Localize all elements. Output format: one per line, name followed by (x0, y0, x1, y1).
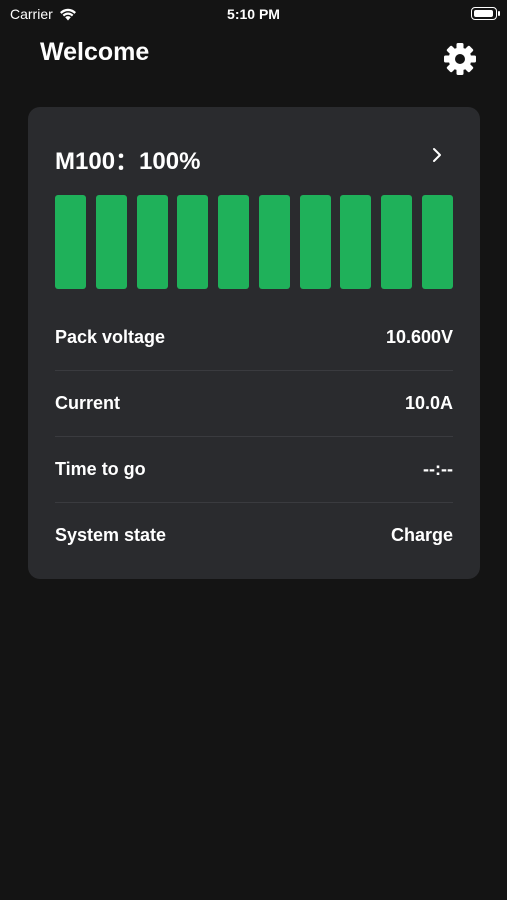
battery-card-header[interactable]: M100：100% (55, 137, 453, 175)
current-value: 10.0A (404, 393, 453, 413)
time-to-go-value: --:-- (423, 459, 453, 479)
cell-level-bar (340, 195, 372, 289)
battery-stats-list: Pack voltage 10.600V Current 10.0A Time … (55, 305, 453, 568)
cell-level-bar (218, 195, 250, 289)
gear-icon[interactable] (441, 40, 479, 78)
cell-level-bar (177, 195, 209, 289)
row-system-state: System state Charge (55, 503, 453, 568)
pack-voltage-value: 10.600V (385, 327, 453, 347)
system-state-label: System state (55, 525, 167, 545)
time-to-go-label: Time to go (55, 459, 146, 479)
battery-name-level: M100：100% (55, 148, 201, 175)
cell-level-bar (421, 195, 453, 289)
row-current: Current 10.0A (55, 371, 453, 437)
status-time: 5:10 PM (227, 6, 280, 22)
cell-level-bar (55, 195, 86, 289)
cell-level-bar (258, 195, 290, 289)
system-state-value: Charge (390, 525, 453, 545)
cell-level-bar (136, 195, 168, 289)
cell-level-bar (95, 195, 127, 289)
pack-voltage-label: Pack voltage (55, 327, 166, 347)
battery-icon (471, 7, 500, 20)
row-time-to-go: Time to go --:-- (55, 437, 453, 503)
row-pack-voltage: Pack voltage 10.600V (55, 305, 453, 371)
battery-card: M100：100% Pack voltage 10.600V Current 1… (28, 107, 480, 579)
battery-level-fill (474, 10, 493, 17)
cell-level-bars (55, 195, 453, 289)
cell-level-bar (299, 195, 331, 289)
page-title: Welcome (40, 38, 150, 66)
cell-level-bar (381, 195, 413, 289)
current-label: Current (55, 393, 121, 413)
chevron-right-icon (433, 148, 441, 162)
status-bar: Carrier 5:10 PM (0, 0, 507, 28)
